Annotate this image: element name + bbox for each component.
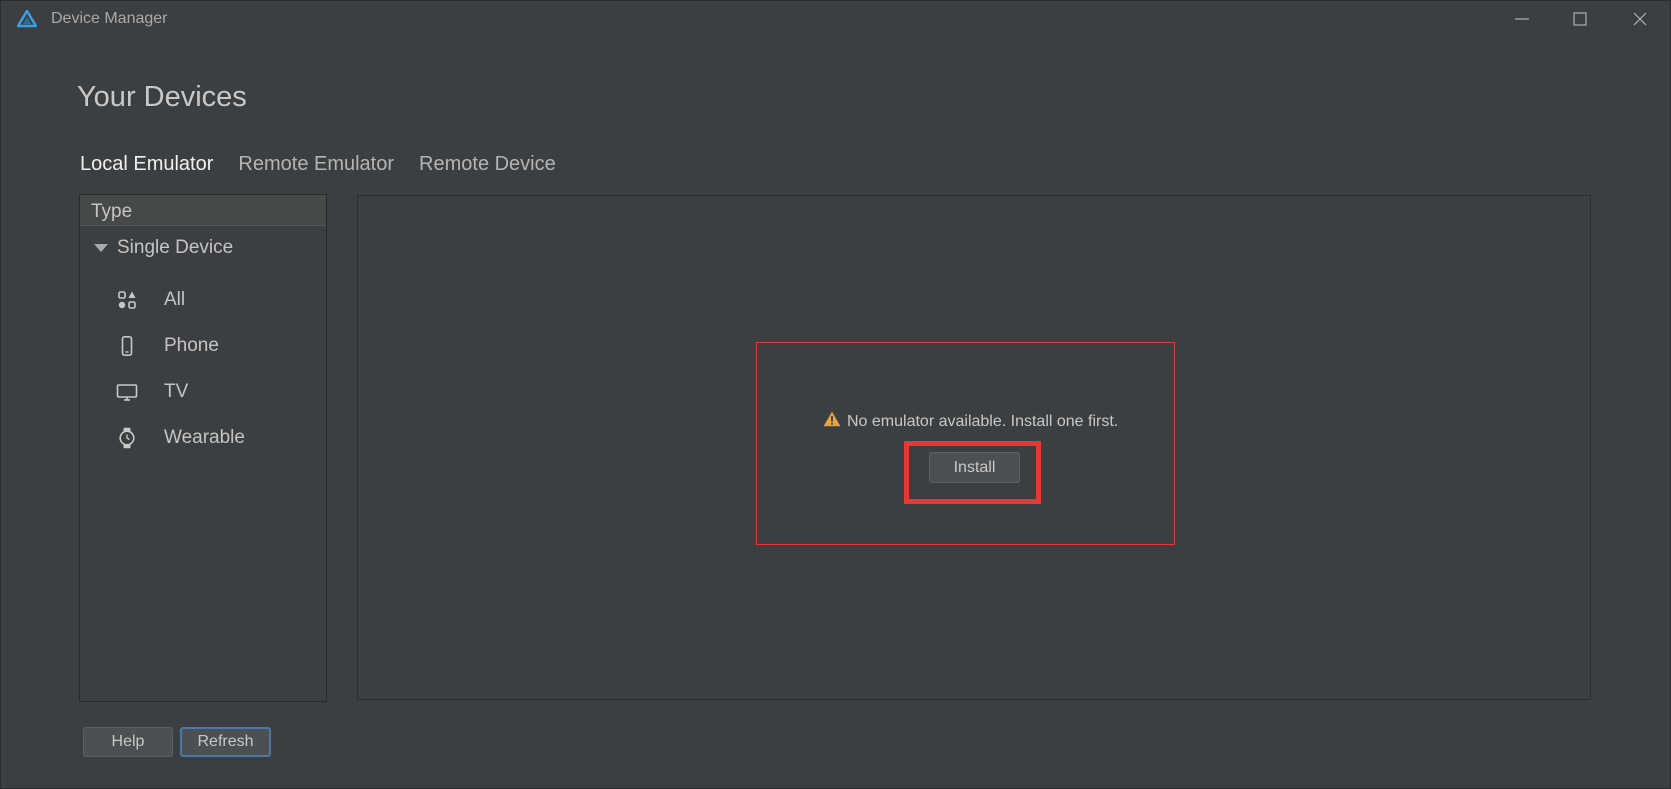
- sidebar-item-label: Wearable: [164, 427, 245, 448]
- tab-remote-device[interactable]: Remote Device: [419, 153, 556, 176]
- caret-down-icon: [94, 244, 108, 252]
- tab-remote-emulator[interactable]: Remote Emulator: [238, 153, 394, 176]
- help-button[interactable]: Help: [83, 727, 173, 757]
- page-title: Your Devices: [77, 81, 247, 113]
- tab-local-emulator[interactable]: Local Emulator: [80, 153, 213, 176]
- close-icon: [1633, 12, 1647, 26]
- device-manager-window: Device Manager Your Devices Local Emulat…: [0, 0, 1671, 789]
- sidebar-item-label: All: [164, 289, 186, 310]
- single-device-group[interactable]: Single Device: [94, 237, 233, 259]
- sidebar-item-wearable[interactable]: Wearable: [116, 423, 245, 453]
- minimize-button[interactable]: [1499, 5, 1545, 33]
- sidebar-item-label: TV: [164, 381, 189, 402]
- deveco-logo-icon: [16, 9, 38, 28]
- watch-icon: [116, 427, 138, 449]
- sidebar-item-all[interactable]: All: [116, 285, 185, 315]
- sidebar-item-tv[interactable]: TV: [116, 377, 188, 407]
- install-button[interactable]: Install: [929, 452, 1020, 483]
- type-column-header: Type: [80, 195, 326, 226]
- close-button[interactable]: [1617, 5, 1663, 33]
- empty-state-message: No emulator available. Install one first…: [823, 411, 1118, 432]
- group-label: Single Device: [117, 237, 234, 258]
- minimize-icon: [1515, 18, 1529, 20]
- sidebar-item-phone[interactable]: Phone: [116, 331, 219, 361]
- device-type-panel: Type Single Device All Phone TV Wearable: [79, 194, 327, 702]
- maximize-button[interactable]: [1557, 5, 1603, 33]
- phone-icon: [116, 335, 138, 357]
- maximize-icon: [1573, 12, 1587, 26]
- title-bar: Device Manager: [1, 1, 1670, 37]
- all-devices-icon: [116, 289, 138, 311]
- warning-icon: [823, 411, 841, 432]
- refresh-button[interactable]: Refresh: [180, 727, 271, 757]
- empty-state-text: No emulator available. Install one first…: [847, 412, 1119, 430]
- tv-icon: [116, 381, 138, 403]
- sidebar-item-label: Phone: [164, 335, 219, 356]
- window-title: Device Manager: [51, 10, 168, 27]
- device-tabs: Local Emulator Remote Emulator Remote De…: [80, 153, 581, 176]
